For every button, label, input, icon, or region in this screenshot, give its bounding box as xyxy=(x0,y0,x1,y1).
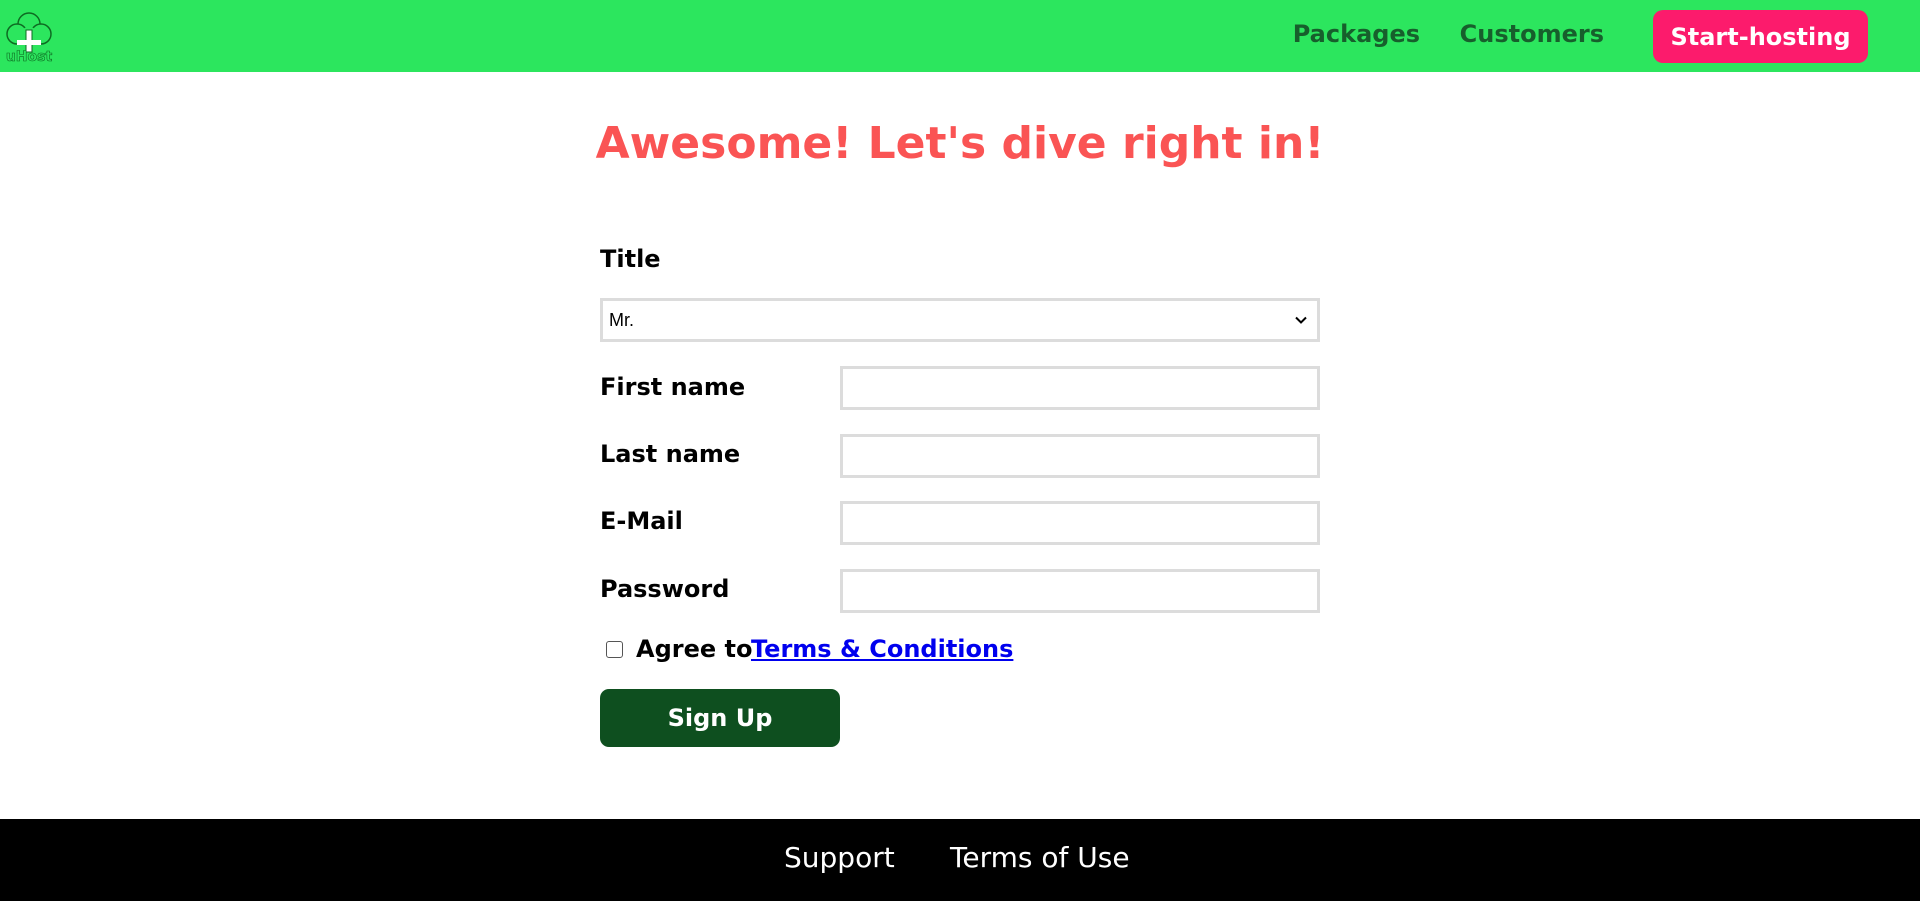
email-input[interactable] xyxy=(840,501,1320,545)
nav-customers-link[interactable]: Customers xyxy=(1460,20,1604,48)
tree-icon: uHost xyxy=(6,12,53,62)
last-name-input[interactable] xyxy=(840,434,1320,478)
top-header: uHost Packages Customers Start-hosting xyxy=(0,0,1920,72)
terms-conditions-link[interactable]: Terms & Conditions xyxy=(751,635,1013,663)
footer-support-link[interactable]: Support xyxy=(784,841,895,874)
footer-terms-of-use-link[interactable]: Terms of Use xyxy=(950,841,1130,874)
page-title: Awesome! Let's dive right in! xyxy=(595,118,1325,169)
chevron-down-icon xyxy=(1295,316,1307,324)
password-input[interactable] xyxy=(840,569,1320,613)
logo[interactable]: uHost xyxy=(4,10,54,62)
footer: Support Terms of Use xyxy=(0,819,1920,901)
start-hosting-button[interactable]: Start-hosting xyxy=(1653,10,1868,63)
logo-text: uHost xyxy=(6,49,53,62)
title-label: Title xyxy=(600,245,661,273)
sign-up-button[interactable]: Sign Up xyxy=(600,689,840,747)
title-select-value: Mr. xyxy=(609,310,634,330)
title-select[interactable]: Mr. xyxy=(600,298,1320,342)
agree-checkbox[interactable] xyxy=(606,641,623,658)
nav-packages-link[interactable]: Packages xyxy=(1293,20,1420,48)
email-label: E-Mail xyxy=(600,507,683,535)
first-name-input[interactable] xyxy=(840,366,1320,410)
agree-label: Agree to xyxy=(636,635,753,663)
first-name-label: First name xyxy=(600,373,746,401)
last-name-label: Last name xyxy=(600,440,741,468)
password-label: Password xyxy=(600,575,730,603)
